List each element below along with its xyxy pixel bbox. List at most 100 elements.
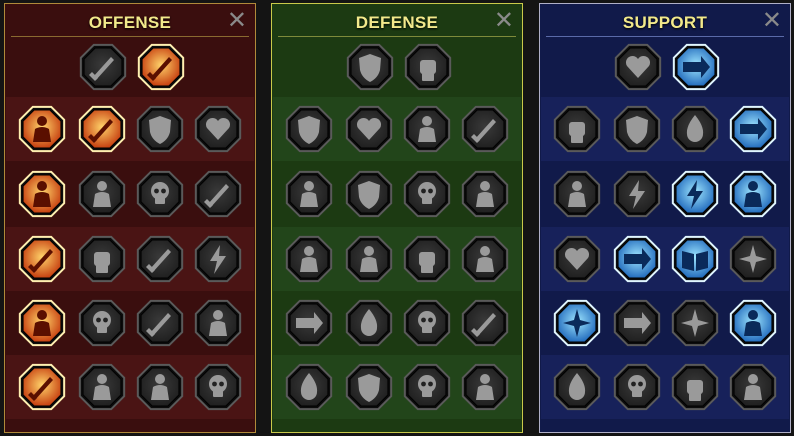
defense-skill-toggle[interactable] bbox=[402, 169, 452, 219]
open-book-icon bbox=[671, 235, 719, 283]
offense-skill-toggle[interactable] bbox=[77, 169, 127, 219]
palm-hand-icon bbox=[403, 235, 451, 283]
offense-skill-toggle[interactable] bbox=[77, 362, 127, 412]
support-skill-toggle[interactable] bbox=[612, 362, 662, 412]
support-skill-toggle[interactable] bbox=[612, 104, 662, 154]
offense-skill-toggle[interactable] bbox=[135, 298, 185, 348]
support-skill-toggle[interactable] bbox=[670, 234, 720, 284]
shattered-figure-icon bbox=[18, 299, 66, 347]
offense-skill-toggle[interactable] bbox=[17, 104, 67, 154]
offense-skill-toggle[interactable] bbox=[136, 42, 186, 92]
offense-skill-toggle[interactable] bbox=[17, 234, 67, 284]
support-skill-toggle[interactable] bbox=[670, 169, 720, 219]
scythe-hand-icon bbox=[194, 170, 242, 218]
defense-skill-toggle[interactable] bbox=[344, 104, 394, 154]
defense-skill-toggle[interactable] bbox=[284, 362, 334, 412]
offense-skill-toggle[interactable] bbox=[78, 42, 128, 92]
support-skill-toggle[interactable] bbox=[552, 169, 602, 219]
support-skill-toggle[interactable] bbox=[670, 298, 720, 348]
defense-skill-toggle[interactable] bbox=[344, 298, 394, 348]
flame-warrior-icon bbox=[285, 363, 333, 411]
defense-skill-toggle[interactable] bbox=[402, 234, 452, 284]
offense-skill-toggle[interactable] bbox=[193, 104, 243, 154]
defense-panel-title: DEFENSE bbox=[355, 13, 439, 32]
support-skill-toggle[interactable] bbox=[612, 169, 662, 219]
blade-slash-icon bbox=[78, 105, 126, 153]
defense-skill-toggle[interactable] bbox=[402, 362, 452, 412]
lightning-icon bbox=[613, 170, 661, 218]
offense-skill-toggle[interactable] bbox=[193, 169, 243, 219]
support-skill-toggle[interactable] bbox=[552, 234, 602, 284]
gauntlet-icon bbox=[78, 235, 126, 283]
shield-bearer-icon bbox=[345, 170, 393, 218]
spirit-flame-icon bbox=[671, 105, 719, 153]
defense-skill-toggle[interactable] bbox=[460, 362, 510, 412]
support-skill-toggle[interactable] bbox=[552, 104, 602, 154]
support-skill-toggle[interactable] bbox=[670, 104, 720, 154]
defense-skill-toggle[interactable] bbox=[460, 169, 510, 219]
dagger-pierce-icon bbox=[18, 235, 66, 283]
shield-break-icon bbox=[136, 105, 184, 153]
watching-eye-icon bbox=[671, 299, 719, 347]
demon-rage-icon bbox=[18, 105, 66, 153]
halo-head-icon bbox=[461, 170, 509, 218]
support-skill-toggle[interactable] bbox=[728, 169, 778, 219]
meteor-icon bbox=[613, 235, 661, 283]
offense-skill-toggle[interactable] bbox=[193, 234, 243, 284]
defense-skill-toggle[interactable] bbox=[344, 362, 394, 412]
close-icon[interactable]: ✕ bbox=[762, 7, 782, 35]
support-skill-toggle[interactable] bbox=[728, 298, 778, 348]
defense-skill-toggle[interactable] bbox=[403, 42, 453, 92]
defense-skill-toggle[interactable] bbox=[460, 298, 510, 348]
knight-helm-icon bbox=[78, 363, 126, 411]
offense-skill-toggle[interactable] bbox=[17, 298, 67, 348]
offense-skill-toggle[interactable] bbox=[193, 362, 243, 412]
defense-skill-toggle[interactable] bbox=[284, 104, 334, 154]
title-divider bbox=[546, 36, 784, 37]
offense-skill-toggle[interactable] bbox=[77, 298, 127, 348]
offense-skill-toggle[interactable] bbox=[135, 169, 185, 219]
close-icon[interactable]: ✕ bbox=[494, 7, 514, 35]
skull-helm-icon bbox=[194, 363, 242, 411]
close-icon[interactable]: ✕ bbox=[227, 7, 247, 35]
defense-skill-toggle[interactable] bbox=[344, 234, 394, 284]
potion-icon bbox=[553, 363, 601, 411]
defense-skill-toggle[interactable] bbox=[345, 42, 395, 92]
offense-skill-toggle[interactable] bbox=[77, 234, 127, 284]
support-skill-toggle[interactable] bbox=[552, 298, 602, 348]
praying-hands-icon bbox=[553, 105, 601, 153]
flex-figure-icon bbox=[461, 363, 509, 411]
flame-heart-icon bbox=[345, 105, 393, 153]
offense-skill-toggle[interactable] bbox=[17, 362, 67, 412]
title-divider bbox=[11, 36, 249, 37]
support-skill-toggle[interactable] bbox=[612, 298, 662, 348]
support-skill-toggle[interactable] bbox=[613, 42, 663, 92]
offense-skill-toggle[interactable] bbox=[135, 234, 185, 284]
defense-skill-toggle[interactable] bbox=[344, 169, 394, 219]
support-skill-toggle[interactable] bbox=[552, 362, 602, 412]
swift-boot-icon bbox=[613, 299, 661, 347]
skull-cloud-icon bbox=[78, 299, 126, 347]
defense-skill-toggle[interactable] bbox=[402, 104, 452, 154]
defense-skill-toggle[interactable] bbox=[284, 169, 334, 219]
hourglass-icon bbox=[345, 235, 393, 283]
support-skill-toggle[interactable] bbox=[670, 362, 720, 412]
offense-skill-toggle[interactable] bbox=[77, 104, 127, 154]
support-skill-toggle[interactable] bbox=[728, 234, 778, 284]
support-skill-toggle[interactable] bbox=[728, 104, 778, 154]
support-skill-toggle[interactable] bbox=[671, 42, 721, 92]
offense-skill-toggle[interactable] bbox=[135, 362, 185, 412]
defense-skill-toggle[interactable] bbox=[402, 298, 452, 348]
offense-skill-toggle[interactable] bbox=[17, 169, 67, 219]
support-skill-toggle[interactable] bbox=[612, 234, 662, 284]
compass-star-icon bbox=[553, 299, 601, 347]
defense-skill-toggle[interactable] bbox=[284, 298, 334, 348]
defense-skill-toggle[interactable] bbox=[460, 234, 510, 284]
defense-skill-toggle[interactable] bbox=[284, 234, 334, 284]
support-skill-toggle[interactable] bbox=[728, 362, 778, 412]
offense-skill-toggle[interactable] bbox=[193, 298, 243, 348]
offense-skill-toggle[interactable] bbox=[135, 104, 185, 154]
blade-deflect-icon bbox=[461, 105, 509, 153]
support-panel-title: SUPPORT bbox=[622, 13, 708, 32]
defense-skill-toggle[interactable] bbox=[460, 104, 510, 154]
